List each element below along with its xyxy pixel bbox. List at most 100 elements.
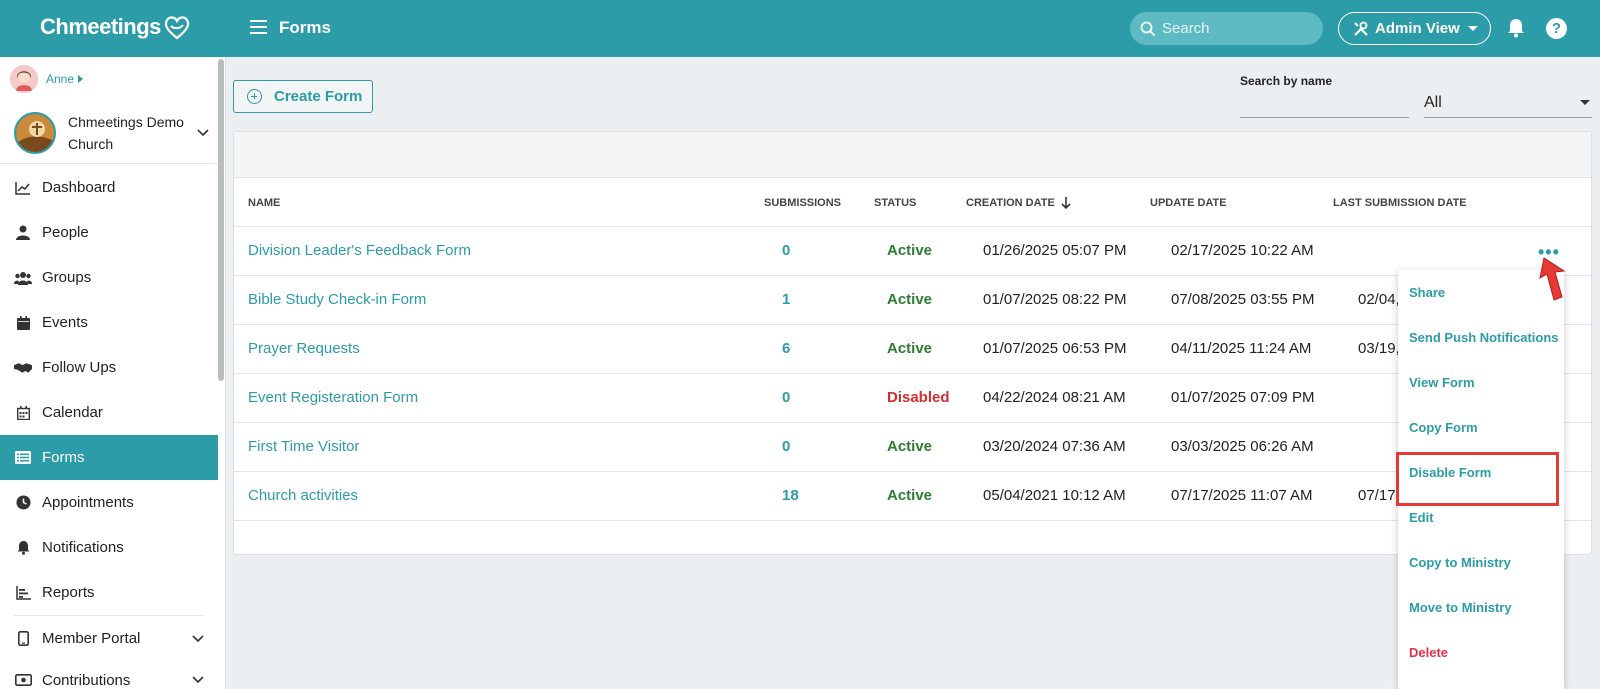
- column-header-last-submission-date[interactable]: LAST SUBMISSION DATE: [1333, 197, 1467, 209]
- person-icon: [14, 224, 32, 242]
- form-name-link[interactable]: Prayer Requests: [248, 340, 360, 357]
- sidebar-item-reports[interactable]: Reports: [0, 570, 218, 615]
- status-filter-select[interactable]: All: [1424, 88, 1592, 118]
- creation-date: 01/07/2025 06:53 PM: [983, 340, 1127, 357]
- form-name-link[interactable]: Church activities: [248, 487, 358, 504]
- sidebar-nav: Dashboard People Groups Events Follow Up…: [0, 165, 218, 689]
- menu-item-delete[interactable]: Delete: [1398, 630, 1564, 675]
- handshake-icon: [14, 359, 32, 377]
- bell-icon: [14, 539, 32, 557]
- column-header-creation-date[interactable]: CREATION DATE: [966, 197, 1071, 209]
- sidebar-item-groups[interactable]: Groups: [0, 255, 218, 300]
- admin-view-dropdown[interactable]: Admin View: [1338, 12, 1491, 45]
- sort-arrow-down-icon: [1061, 197, 1071, 209]
- sidebar-scrollbar[interactable]: [218, 59, 224, 381]
- sidebar-item-label: Events: [42, 314, 88, 331]
- chevron-down-icon: [192, 676, 204, 684]
- help-icon[interactable]: ?: [1546, 18, 1567, 39]
- status-badge: Active: [887, 438, 933, 455]
- menu-item-copy-to-ministry[interactable]: Copy to Ministry: [1398, 540, 1564, 585]
- table-row: Event Registeration Form 0 Disabled 04/2…: [234, 374, 1591, 423]
- sidebar-item-label: Member Portal: [42, 630, 141, 647]
- sidebar-item-member-portal[interactable]: Member Portal: [0, 616, 218, 661]
- last-submission-date: 02/04,: [1358, 291, 1400, 308]
- global-search[interactable]: [1130, 12, 1323, 45]
- column-header-submissions[interactable]: SUBMISSIONS: [764, 197, 841, 209]
- creation-date: 04/22/2024 08:21 AM: [983, 389, 1126, 406]
- submissions-count-link[interactable]: 0: [782, 438, 790, 455]
- sidebar-item-notifications[interactable]: Notifications: [0, 525, 218, 570]
- creation-date: 01/26/2025 05:07 PM: [983, 242, 1127, 259]
- hamburger-menu-icon[interactable]: [250, 19, 268, 35]
- sidebar-item-label: Reports: [42, 584, 95, 601]
- table-row: First Time Visitor 0 Active 03/20/2024 0…: [234, 423, 1591, 472]
- notifications-bell-icon[interactable]: [1507, 18, 1525, 43]
- creation-date: 01/07/2025 08:22 PM: [983, 291, 1127, 308]
- sidebar-item-people[interactable]: People: [0, 210, 218, 255]
- menu-item-send-push-notifications[interactable]: Send Push Notifications: [1398, 315, 1564, 360]
- sidebar-item-forms[interactable]: Forms: [0, 435, 218, 480]
- form-name-link[interactable]: Event Registeration Form: [248, 389, 418, 406]
- table-row: Church activities 18 Active 05/04/2021 1…: [234, 472, 1591, 521]
- submissions-count-link[interactable]: 6: [782, 340, 790, 357]
- table-row: Division Leader's Feedback Form 0 Active…: [234, 227, 1591, 276]
- user-menu[interactable]: Anne: [10, 65, 84, 93]
- church-logo: [14, 112, 56, 154]
- search-icon: [1140, 21, 1156, 36]
- bar-chart-icon: [14, 584, 32, 602]
- submissions-count-link[interactable]: 0: [782, 242, 790, 259]
- table-header: NAME SUBMISSIONS STATUS CREATION DATE UP…: [234, 178, 1591, 227]
- caret-right-icon: [78, 75, 84, 83]
- menu-item-copy-form[interactable]: Copy Form: [1398, 405, 1564, 450]
- sidebar-item-dashboard[interactable]: Dashboard: [0, 165, 218, 210]
- avatar: [10, 65, 38, 93]
- create-form-button[interactable]: Create Form: [233, 80, 373, 113]
- column-header-creation-date-label: CREATION DATE: [966, 197, 1055, 209]
- update-date: 07/08/2025 03:55 PM: [1171, 291, 1315, 308]
- last-submission-date: 03/19,: [1358, 340, 1400, 357]
- form-name-link[interactable]: First Time Visitor: [248, 438, 359, 455]
- column-header-status[interactable]: STATUS: [874, 197, 916, 209]
- status-badge: Active: [887, 291, 933, 308]
- global-search-input[interactable]: [1162, 20, 1312, 37]
- creation-date: 05/04/2021 10:12 AM: [983, 487, 1126, 504]
- update-date: 01/07/2025 07:09 PM: [1171, 389, 1315, 406]
- app-logo[interactable]: Chmeetings: [40, 14, 191, 40]
- list-icon: [14, 449, 32, 467]
- sidebar-item-label: Follow Ups: [42, 359, 117, 376]
- sidebar-item-contributions[interactable]: Contributions: [0, 661, 218, 689]
- search-by-name-input[interactable]: [1240, 92, 1409, 118]
- last-submission-date: 07/17: [1358, 487, 1396, 504]
- update-date: 03/03/2025 06:26 AM: [1171, 438, 1314, 455]
- table-toolbar-band: [234, 132, 1591, 178]
- menu-item-view-form[interactable]: View Form: [1398, 360, 1564, 405]
- annotation-highlight-box: [1396, 452, 1559, 506]
- update-date: 07/17/2025 11:07 AM: [1171, 487, 1313, 504]
- app-logo-text: Chmeetings: [40, 14, 161, 39]
- form-name-link[interactable]: Division Leader's Feedback Form: [248, 242, 471, 259]
- sidebar-item-calendar[interactable]: Calendar: [0, 390, 218, 435]
- sidebar-item-events[interactable]: Events: [0, 300, 218, 345]
- tools-icon: [1354, 21, 1368, 36]
- submissions-count-link[interactable]: 1: [782, 291, 790, 308]
- forms-table-card: NAME SUBMISSIONS STATUS CREATION DATE UP…: [233, 131, 1592, 555]
- sidebar-item-appointments[interactable]: Appointments: [0, 480, 218, 525]
- create-form-label: Create Form: [274, 88, 363, 105]
- submissions-count-link[interactable]: 0: [782, 389, 790, 406]
- sidebar-item-label: Calendar: [42, 404, 103, 421]
- church-selector[interactable]: Chmeetings Demo Church: [14, 111, 214, 155]
- logo-heart-icon: [164, 16, 190, 40]
- table-row: Bible Study Check-in Form 1 Active 01/07…: [234, 276, 1591, 325]
- column-header-update-date[interactable]: UPDATE DATE: [1150, 197, 1227, 209]
- menu-item-move-to-ministry[interactable]: Move to Ministry: [1398, 585, 1564, 630]
- column-header-name[interactable]: NAME: [248, 197, 280, 209]
- sidebar-item-follow-ups[interactable]: Follow Ups: [0, 345, 218, 390]
- form-name-link[interactable]: Bible Study Check-in Form: [248, 291, 426, 308]
- sidebar-item-label: Dashboard: [42, 179, 116, 196]
- sidebar-item-label: Groups: [42, 269, 92, 286]
- status-badge: Active: [887, 340, 933, 357]
- church-name: Chmeetings Demo Church: [68, 114, 184, 152]
- submissions-count-link[interactable]: 18: [782, 487, 799, 504]
- table-row: Prayer Requests 6 Active 01/07/2025 06:5…: [234, 325, 1591, 374]
- users-icon: [14, 269, 32, 287]
